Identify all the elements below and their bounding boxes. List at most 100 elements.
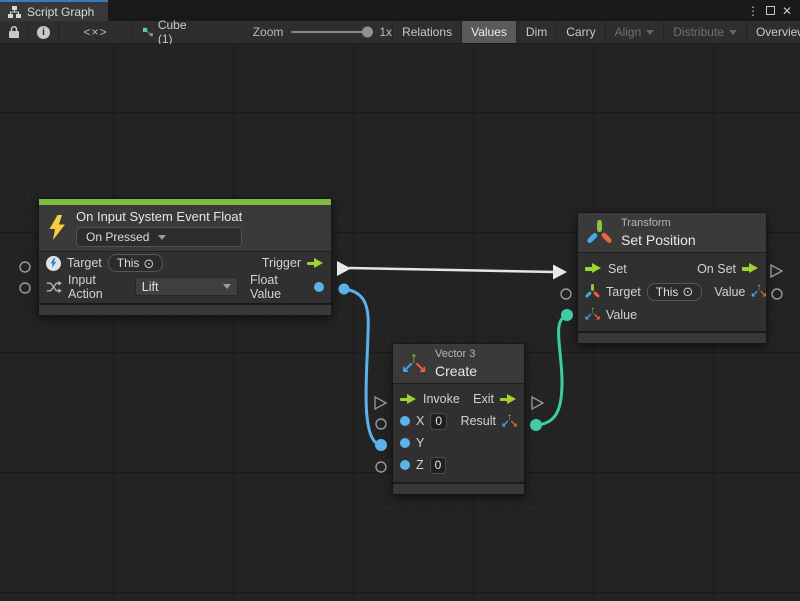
menu-icon[interactable]: ⋮ bbox=[747, 5, 759, 17]
node-footer bbox=[578, 331, 766, 343]
script-graph-window: Script Graph ⋮ ✕ i <×> Cube (1 bbox=[0, 0, 800, 601]
node-footer bbox=[393, 482, 524, 494]
graph-target-chip[interactable]: Cube (1) bbox=[133, 21, 201, 43]
flow-output-port[interactable] bbox=[500, 393, 517, 405]
zoom-control: Zoom 1x bbox=[201, 21, 392, 43]
x-input-port[interactable] bbox=[400, 416, 410, 426]
target-object-chip[interactable]: This ⊙ bbox=[108, 254, 164, 272]
object-picker-icon: ⊙ bbox=[682, 285, 693, 298]
node-footer bbox=[39, 303, 331, 315]
value-output-port[interactable]: ↑↙↘ bbox=[751, 284, 766, 299]
maximize-icon[interactable] bbox=[766, 6, 775, 15]
port-label-result: Result bbox=[461, 414, 496, 428]
port-label-target: Target bbox=[606, 285, 641, 299]
port-row-target-value: Target This ⊙ Value ↑↙↘ bbox=[578, 283, 766, 301]
port-label-trigger: Trigger bbox=[262, 256, 301, 270]
tab-title: Script Graph bbox=[27, 5, 94, 19]
port-label-invoke: Invoke bbox=[423, 392, 460, 406]
node-header: On Input System Event Float On Pressed bbox=[39, 205, 331, 252]
overview-button[interactable]: Overview bbox=[747, 21, 800, 43]
lightning-icon bbox=[48, 215, 67, 241]
port-row-invoke-exit: Invoke Exit bbox=[393, 392, 524, 406]
transform-port-icon bbox=[585, 284, 600, 299]
port-row-y: Y bbox=[393, 436, 524, 450]
zoom-label: Zoom bbox=[253, 25, 284, 39]
port-label-y: Y bbox=[416, 436, 424, 450]
port-row-set-onset: Set On Set bbox=[578, 262, 766, 276]
port-row-value-in: ↑↙↘ Value bbox=[578, 307, 766, 322]
node-title: On Input System Event Float bbox=[76, 209, 242, 224]
y-input-port[interactable] bbox=[400, 438, 410, 448]
zoom-value: 1x bbox=[379, 25, 392, 39]
port-label-z: Z bbox=[416, 458, 424, 472]
flow-input-port[interactable] bbox=[400, 393, 417, 405]
zoom-slider[interactable] bbox=[291, 31, 371, 33]
float-output-port[interactable] bbox=[314, 282, 324, 292]
x-value-field[interactable]: 0 bbox=[430, 413, 447, 430]
chevron-down-icon bbox=[158, 235, 166, 240]
code-icon: <×> bbox=[83, 25, 107, 39]
graph-tab-icon bbox=[8, 6, 21, 18]
flow-output-port[interactable] bbox=[742, 263, 759, 275]
dim-button[interactable]: Dim bbox=[517, 21, 557, 43]
lock-icon bbox=[8, 25, 20, 39]
zoom-slider-handle[interactable] bbox=[362, 27, 373, 38]
port-label-value-out: Value bbox=[714, 285, 745, 299]
node-category: Transform bbox=[621, 217, 696, 229]
transform-icon bbox=[587, 220, 612, 245]
port-label-target: Target bbox=[67, 256, 102, 270]
graph-target-icon bbox=[143, 26, 153, 38]
node-on-input-system-event-float[interactable]: On Input System Event Float On Pressed T… bbox=[38, 198, 332, 316]
carry-button[interactable]: Carry bbox=[557, 21, 605, 43]
node-header: ↑↙↘ Vector 3 Create bbox=[393, 344, 524, 384]
node-vector3-create[interactable]: ↑↙↘ Vector 3 Create Invoke Exit X 0 Resu… bbox=[392, 343, 525, 495]
window-controls: ⋮ ✕ bbox=[747, 0, 800, 21]
object-picker-icon: ⊙ bbox=[143, 257, 154, 270]
distribute-button[interactable]: Distribute bbox=[664, 21, 747, 43]
port-label-x: X bbox=[416, 414, 424, 428]
align-button[interactable]: Align bbox=[606, 21, 665, 43]
relations-button[interactable]: Relations bbox=[393, 21, 462, 43]
graph-target-label: Cube (1) bbox=[158, 18, 191, 46]
event-mode-dropdown[interactable]: On Pressed bbox=[76, 227, 242, 247]
port-label-exit: Exit bbox=[473, 392, 494, 406]
node-title: Create bbox=[435, 363, 477, 379]
chevron-down-icon bbox=[223, 284, 231, 289]
lock-button[interactable] bbox=[0, 21, 29, 43]
close-icon[interactable]: ✕ bbox=[782, 5, 792, 17]
node-category: Vector 3 bbox=[435, 348, 477, 360]
port-row-z: Z 0 bbox=[393, 457, 524, 474]
port-row-target: Target This ⊙ Trigger bbox=[39, 254, 331, 272]
node-title: Set Position bbox=[621, 232, 696, 248]
tab-script-graph[interactable]: Script Graph bbox=[0, 0, 108, 21]
node-header: Transform Set Position bbox=[578, 213, 766, 253]
vector3-icon: ↑↙↘ bbox=[402, 352, 426, 376]
port-row-x-result: X 0 Result ↑↙↘ bbox=[393, 413, 524, 430]
result-output-port[interactable]: ↑↙↘ bbox=[502, 414, 517, 429]
input-action-dropdown[interactable]: Lift bbox=[135, 277, 238, 296]
target-object-chip[interactable]: This ⊙ bbox=[647, 283, 703, 301]
input-system-icon bbox=[46, 256, 61, 271]
flow-input-port[interactable] bbox=[585, 263, 602, 275]
graph-toolbar: i <×> Cube (1) Zoom 1x Relations Values … bbox=[0, 21, 800, 44]
info-button[interactable]: i bbox=[29, 21, 59, 43]
values-button[interactable]: Values bbox=[462, 21, 517, 43]
z-value-field[interactable]: 0 bbox=[430, 457, 447, 474]
input-action-icon bbox=[46, 280, 62, 294]
info-icon: i bbox=[37, 26, 50, 39]
flow-output-port[interactable] bbox=[307, 257, 324, 269]
node-body: Target This ⊙ Trigger Input Action bbox=[39, 252, 331, 303]
node-transform-set-position[interactable]: Transform Set Position Set On Set Target… bbox=[577, 212, 767, 344]
toolbar-toggles: Relations Values Dim Carry Align Distrib… bbox=[392, 21, 800, 43]
port-label-value-in: Value bbox=[606, 308, 637, 322]
node-body: Invoke Exit X 0 Result ↑↙↘ Y bbox=[393, 384, 524, 482]
value-input-port[interactable]: ↑↙↘ bbox=[585, 307, 600, 322]
tab-bar: Script Graph ⋮ ✕ bbox=[0, 0, 800, 21]
code-preview-button[interactable]: <×> bbox=[59, 21, 133, 43]
port-label-input-action: Input Action bbox=[68, 273, 129, 301]
port-label-set: Set bbox=[608, 262, 627, 276]
port-label-on-set: On Set bbox=[697, 262, 736, 276]
z-input-port[interactable] bbox=[400, 460, 410, 470]
port-row-input-action: Input Action Lift Float Value bbox=[39, 273, 331, 301]
node-body: Set On Set Target This ⊙ Value ↑↙↘ bbox=[578, 253, 766, 331]
